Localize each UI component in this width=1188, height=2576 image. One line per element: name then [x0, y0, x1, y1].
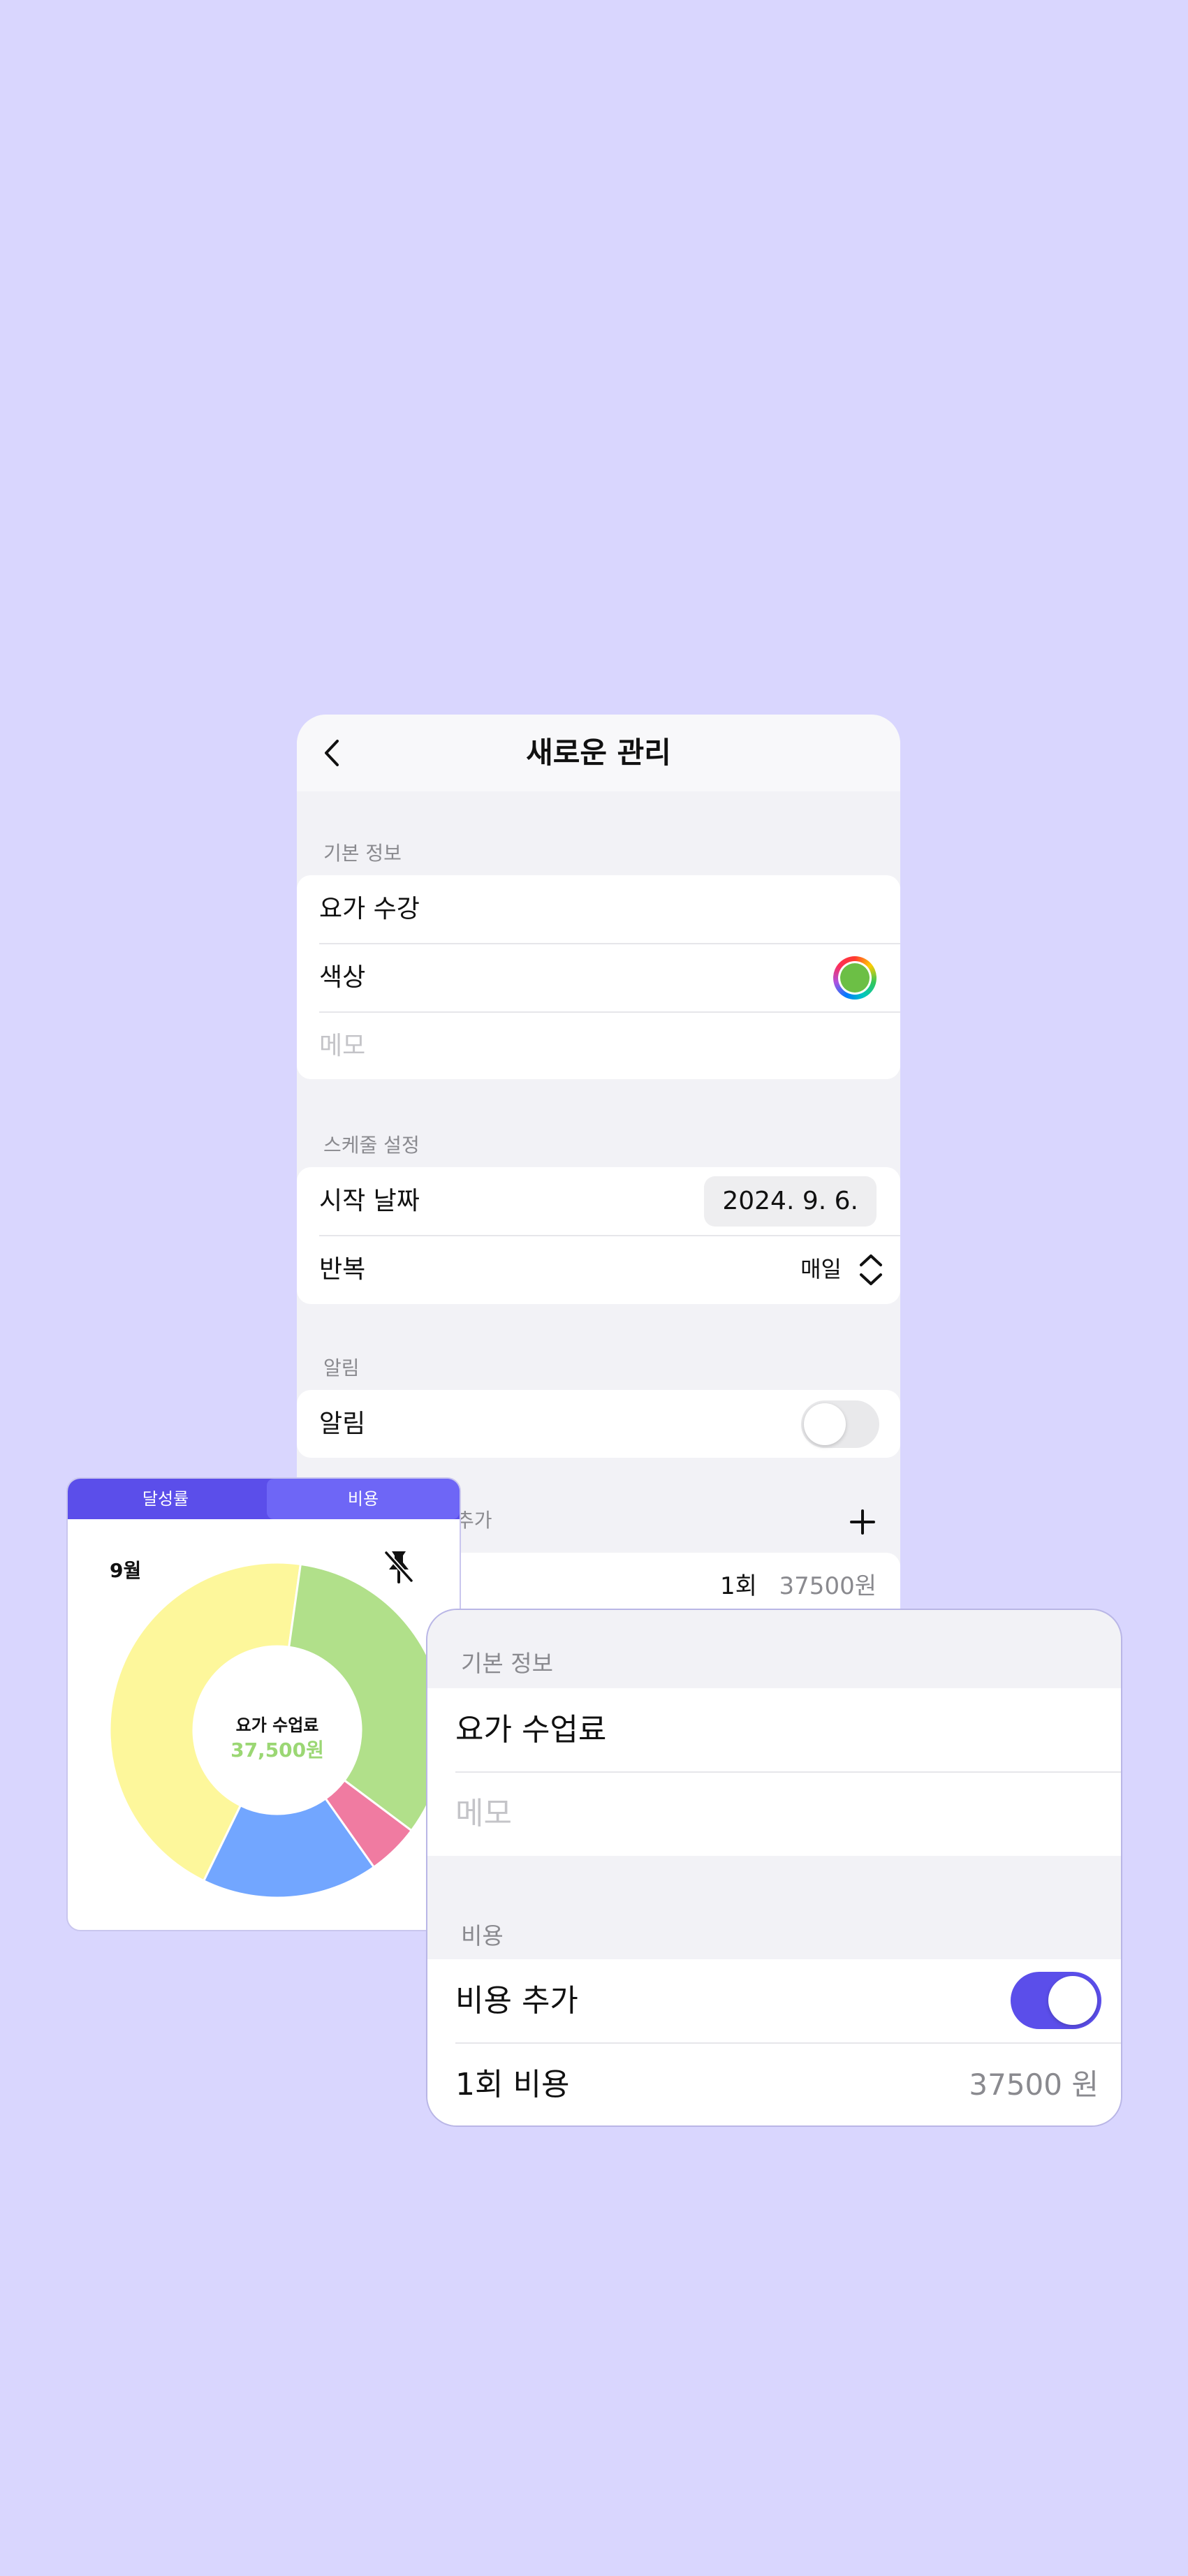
cost-chart-card: 달성률 비용 9월 요가 수업료 37,500원 — [66, 1477, 461, 1931]
sheet-cost-card: 비용 추가 1회 비용 37500 원 — [427, 1959, 1121, 2125]
repeat-label: 반복 — [319, 1255, 366, 1284]
add-cost-label: 비용 추가 — [455, 1983, 578, 2019]
chart-center-title: 요가 수업료 — [235, 1715, 319, 1735]
chevron-up-down-icon[interactable] — [856, 1252, 886, 1287]
alarm-card: 알림 — [297, 1390, 900, 1458]
tab-achievement[interactable]: 달성률 — [68, 1479, 263, 1519]
chart-center-value: 37,500원 — [230, 1739, 324, 1762]
section-label-cost: 비용 — [461, 1922, 504, 1949]
section-label-schedule: 스케줄 설정 — [323, 1134, 420, 1157]
sheet-name-row[interactable]: 요가 수업료 — [427, 1688, 1121, 1771]
page-title: 새로운 관리 — [526, 736, 671, 770]
add-cost-row: 비용 추가 — [427, 1959, 1121, 2042]
schedule-card: 시작 날짜 2024. 9. 6. 반복 매일 — [297, 1167, 900, 1304]
add-cost-toggle[interactable] — [1011, 1972, 1101, 2029]
segmented-control: 달성률 비용 — [68, 1479, 460, 1519]
color-row[interactable]: 색상 — [297, 944, 900, 1011]
sheet-memo-row[interactable]: 메모 — [427, 1772, 1121, 1855]
basic-info-card: 요가 수강 색상 메모 — [297, 875, 900, 1079]
plus-icon[interactable] — [849, 1508, 877, 1536]
section-label-basic-info: 기본 정보 — [323, 842, 402, 865]
memo-field[interactable]: 메모 — [319, 1012, 365, 1080]
sheet-memo-field[interactable]: 메모 — [455, 1772, 512, 1855]
alarm-label: 알림 — [319, 1410, 366, 1438]
toggle-knob — [1048, 1976, 1097, 2025]
memo-row[interactable]: 메모 — [297, 1012, 900, 1080]
alarm-row: 알림 — [297, 1390, 900, 1458]
navigation-bar: 새로운 관리 — [297, 715, 900, 791]
repeat-row[interactable]: 반복 매일 — [297, 1236, 900, 1303]
name-field[interactable]: 요가 수강 — [319, 875, 420, 943]
section-label-cost: 추가 — [456, 1509, 492, 1532]
toggle-knob — [804, 1403, 846, 1445]
sheet-name-field[interactable]: 요가 수업료 — [455, 1688, 606, 1771]
cost-detail-sheet: 기본 정보 요가 수업료 메모 비용 비용 추가 1회 비용 37500 원 — [426, 1609, 1122, 2127]
start-date-row: 시작 날짜 2024. 9. 6. — [297, 1167, 900, 1235]
alarm-toggle[interactable] — [801, 1400, 879, 1448]
per-time-cost-value[interactable]: 37500 원 — [969, 2043, 1099, 2125]
name-row[interactable]: 요가 수강 — [297, 875, 900, 943]
section-label-basic-info: 기본 정보 — [461, 1650, 553, 1677]
color-label: 색상 — [319, 963, 366, 992]
repeat-value[interactable]: 매일 — [800, 1236, 842, 1303]
start-date-picker[interactable]: 2024. 9. 6. — [704, 1176, 877, 1227]
per-time-cost-label: 1회 비용 — [455, 2067, 570, 2102]
selected-color-swatch[interactable] — [840, 963, 870, 993]
start-date-label: 시작 날짜 — [319, 1187, 420, 1215]
per-time-cost-row[interactable]: 1회 비용 37500 원 — [427, 2043, 1121, 2125]
section-label-alarm: 알림 — [323, 1356, 360, 1380]
sheet-basic-info-card: 요가 수업료 메모 — [427, 1688, 1121, 1856]
tab-cost[interactable]: 비용 — [267, 1479, 460, 1519]
